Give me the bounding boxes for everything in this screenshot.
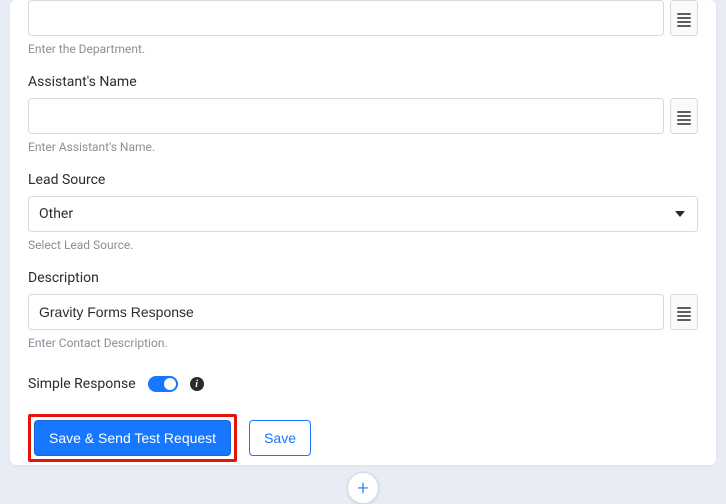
department-menu-button[interactable] — [670, 0, 698, 36]
description-helper: Enter Contact Description. — [28, 336, 698, 350]
hamburger-icon — [677, 307, 691, 317]
hamburger-icon — [677, 111, 691, 121]
assistant-name-label: Assistant's Name — [28, 74, 698, 90]
assistant-name-input-row — [28, 98, 698, 134]
simple-response-label: Simple Response — [28, 376, 136, 392]
toggle-knob — [164, 378, 176, 390]
lead-source-helper: Select Lead Source. — [28, 238, 698, 252]
description-input[interactable] — [28, 294, 664, 330]
form-card: Enter the Department. Assistant's Name E… — [10, 0, 716, 465]
department-input-row — [28, 0, 698, 36]
assistant-name-helper: Enter Assistant's Name. — [28, 140, 698, 154]
assistant-name-input[interactable] — [28, 98, 664, 134]
description-menu-button[interactable] — [670, 294, 698, 330]
hamburger-icon — [677, 13, 691, 23]
description-input-row — [28, 294, 698, 330]
caret-down-icon — [675, 211, 685, 217]
save-send-test-button[interactable]: Save & Send Test Request — [34, 420, 231, 456]
description-field-group: Description Enter Contact Description. — [28, 270, 698, 350]
add-step-button[interactable]: + — [347, 472, 379, 504]
assistant-name-menu-button[interactable] — [670, 98, 698, 134]
highlight-frame: Save & Send Test Request — [28, 414, 237, 462]
lead-source-label: Lead Source — [28, 172, 698, 188]
save-button[interactable]: Save — [249, 420, 311, 456]
lead-source-field-group: Lead Source Other Select Lead Source. — [28, 172, 698, 252]
description-label: Description — [28, 270, 698, 286]
lead-source-selected-value: Other — [39, 206, 73, 222]
button-row: Save & Send Test Request Save — [28, 414, 698, 462]
department-helper: Enter the Department. — [28, 42, 698, 56]
info-icon[interactable]: i — [190, 377, 204, 391]
assistant-name-field-group: Assistant's Name Enter Assistant's Name. — [28, 74, 698, 154]
department-field-group: Enter the Department. — [28, 0, 698, 56]
simple-response-toggle[interactable] — [148, 376, 178, 392]
department-input[interactable] — [28, 0, 664, 36]
simple-response-row: Simple Response i — [28, 376, 698, 392]
plus-icon: + — [357, 478, 368, 498]
lead-source-select[interactable]: Other — [28, 196, 698, 232]
